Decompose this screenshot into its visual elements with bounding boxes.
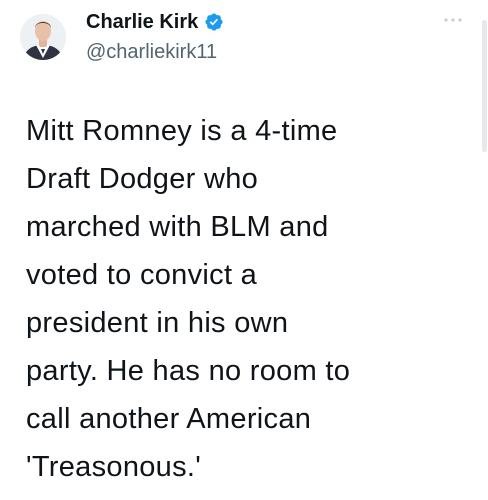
- tweet-header: Charlie Kirk @charliekirk11: [0, 0, 488, 90]
- tweet-text-line: Mitt Romney is a 4-time: [26, 115, 338, 147]
- tweet-text-line: voted to convict a: [26, 259, 258, 291]
- more-options-icon[interactable]: [438, 8, 468, 32]
- scrollbar-thumb[interactable]: [482, 20, 487, 152]
- scrollbar[interactable]: [480, 0, 488, 160]
- tweet-text-line: party. He has no room to: [26, 355, 351, 387]
- author-name-row: Charlie Kirk: [86, 9, 224, 35]
- verified-badge-icon: [204, 12, 224, 32]
- tweet-text-line: marched with BLM and: [26, 211, 329, 243]
- author-handle[interactable]: @charliekirk11: [86, 39, 217, 65]
- tweet-card: Charlie Kirk @charliekirk11 Mitt Romney …: [0, 0, 488, 500]
- tweet-text-line: 'Treasonous.': [26, 451, 202, 483]
- tweet-text: Mitt Romney is a 4-time Draft Dodger who…: [26, 107, 468, 491]
- profile-photo-icon: [20, 14, 66, 60]
- tweet-text-line: president in his own: [26, 307, 289, 339]
- tweet-text-line: call another American: [26, 403, 312, 435]
- author-display-name[interactable]: Charlie Kirk: [86, 9, 198, 35]
- tweet-text-line: Draft Dodger who: [26, 163, 259, 195]
- author-avatar[interactable]: [20, 14, 66, 60]
